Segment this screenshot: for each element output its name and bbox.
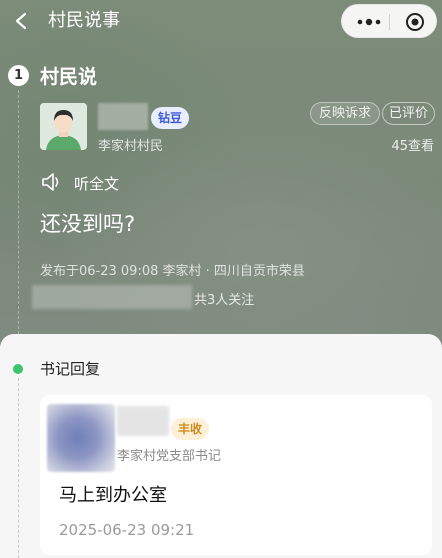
top-nav-bar: 村民说事 (0, 0, 442, 44)
capsule-divider (389, 14, 390, 30)
tag-evaluated[interactable]: 已评价 (382, 102, 436, 125)
replier-name-blurred (117, 406, 169, 436)
post-meta-location[interactable]: 发布于06-23 09:08 李家村 · 四川自贡市荣县 (40, 260, 305, 279)
avatar[interactable] (40, 103, 87, 150)
speaker-icon[interactable] (40, 172, 64, 192)
reply-timeline-dashed-line (18, 378, 19, 558)
chevron-left-icon[interactable] (14, 12, 28, 30)
mini-program-capsule (341, 4, 437, 38)
step-number-badge: 1 (8, 65, 29, 86)
tag-feedback: 反映诉求 (310, 102, 381, 125)
section-title-villager: 村民说 (40, 66, 98, 88)
status-dot (13, 364, 23, 374)
author-name-blurred (98, 103, 148, 130)
author-level-badge: 钻豆 (151, 107, 190, 129)
follower-count[interactable]: 共3人关注 (194, 289, 254, 308)
user-avatar-icon (40, 103, 87, 150)
more-dots-icon[interactable] (356, 17, 382, 27)
replier-level-badge: 丰收 (171, 418, 210, 440)
page-title: 村民说事 (48, 10, 120, 31)
view-count: 45查看 (391, 139, 434, 154)
target-close-icon[interactable] (405, 12, 425, 32)
listen-full-text-button[interactable]: 听全文 (74, 173, 119, 194)
replier-role: 李家村党支部书记 (117, 449, 222, 464)
author-role: 李家村村民 (98, 139, 164, 154)
followers-avatars-blurred (32, 285, 192, 309)
reply-timestamp: 2025-06-23 09:21 (59, 521, 195, 539)
post-content: 还没到吗? (40, 212, 136, 236)
reply-content: 马上到办公室 (59, 485, 167, 506)
section-title-secretary-reply: 书记回复 (40, 360, 101, 378)
replier-avatar[interactable] (47, 404, 115, 472)
